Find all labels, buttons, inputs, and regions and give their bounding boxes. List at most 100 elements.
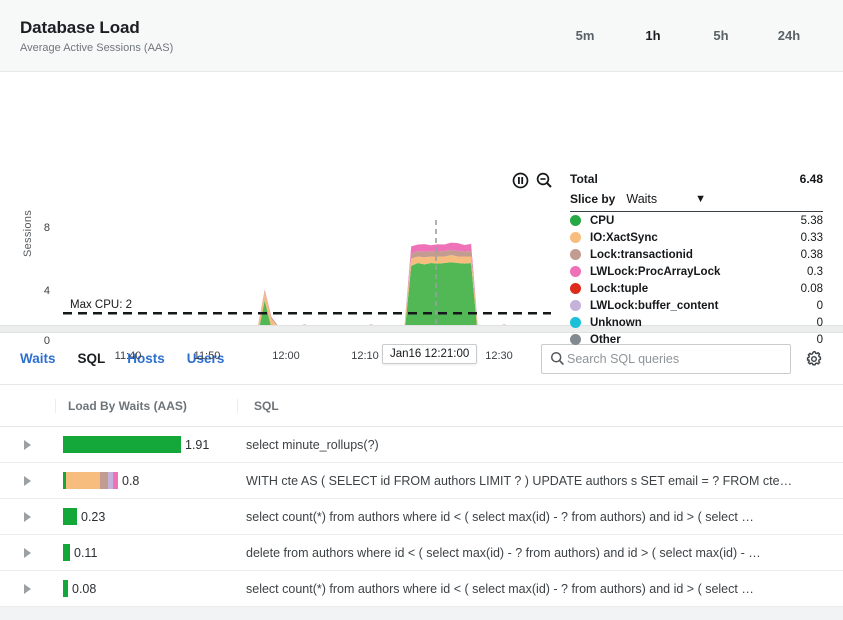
database-load-panel: Database Load Average Active Sessions (A… (0, 0, 843, 364)
search-input[interactable] (565, 350, 782, 367)
legend-color-dot (570, 334, 581, 345)
table-header-row: Load By Waits (AAS) SQL (0, 385, 843, 427)
load-value: 0.08 (72, 581, 97, 596)
sql-text[interactable]: select count(*) from authors where id < … (238, 582, 754, 596)
query-table-panel: Waits SQL Hosts Users Search SQL queries… (0, 333, 843, 607)
th-sql[interactable]: SQL (238, 399, 279, 413)
legend-color-dot (570, 249, 581, 260)
legend-item-label: Lock:transactionid (590, 248, 693, 261)
expand-triangle-icon[interactable] (24, 439, 31, 450)
x-tick-1: 11:40 (114, 350, 142, 362)
load-bar (63, 436, 181, 453)
chevron-down-icon[interactable]: ▼ (695, 193, 706, 205)
search-icon (550, 351, 565, 366)
table-row[interactable]: 0.8 WITH cte AS ( SELECT id FROM authors … (0, 463, 843, 499)
page-subtitle: Average Active Sessions (AAS) (20, 41, 174, 54)
legend-color-dot (570, 215, 581, 226)
legend-item[interactable]: LWLock:ProcArrayLock 0.3 (570, 263, 823, 280)
load-cell: 0.08 (55, 580, 238, 597)
load-bar-segment (63, 544, 70, 561)
legend-item[interactable]: CPU 5.38 (570, 212, 823, 229)
search-box[interactable] (541, 343, 791, 374)
load-bar (63, 580, 68, 597)
row-expand-cell (0, 439, 55, 450)
load-value: 0.8 (122, 473, 140, 488)
expand-triangle-icon[interactable] (24, 475, 31, 486)
y-tick-4: 4 (43, 285, 50, 297)
legend-color-dot (570, 317, 581, 328)
legend-items-list: CPU 5.38 IO:XactSync 0.33 Lock:transactionid… (570, 212, 823, 348)
chart-legend: Total 6.48 Slice by Waits ▼ CPU 5.38 IO:Xa… (570, 172, 823, 348)
expand-triangle-icon[interactable] (24, 511, 31, 522)
slice-by-value[interactable]: Waits (626, 192, 657, 206)
header-titles: Database Load Average Active Sessions (A… (20, 18, 173, 54)
y-tick-8: 8 (43, 222, 50, 234)
load-bar-segment (66, 472, 100, 489)
legend-item-value: 0.08 (800, 282, 823, 295)
cursor-tooltip: Jan16 12:21:00 (382, 344, 478, 364)
x-tick-2: 11:50 (193, 350, 221, 362)
expand-triangle-icon[interactable] (24, 583, 31, 594)
sql-text[interactable]: select minute_rollups(?) (238, 438, 379, 452)
load-value: 0.23 (81, 509, 106, 524)
range-tab-5m[interactable]: 5m (551, 28, 619, 43)
legend-item-value: 0 (816, 333, 823, 346)
expand-triangle-icon[interactable] (24, 547, 31, 558)
x-tick-3: 12:00 (272, 350, 300, 362)
load-bar-segment (63, 580, 68, 597)
y-tick-0: 0 (43, 335, 50, 347)
load-bar (63, 472, 118, 489)
legend-color-dot (570, 232, 581, 243)
legend-item[interactable]: Lock:transactionid 0.38 (570, 246, 823, 263)
legend-color-dot (570, 266, 581, 277)
legend-item-label: Unknown (590, 316, 642, 329)
table-row[interactable]: 0.08 select count(*) from authors where i… (0, 571, 843, 607)
legend-item-label: LWLock:ProcArrayLock (590, 265, 721, 278)
chart-plot-area[interactable]: Sessions 8 4 0 Max CPU: 2 11:40 11:50 12… (0, 72, 560, 364)
load-value: 1.91 (185, 437, 210, 452)
table-row[interactable]: 1.91 select minute_rollups(?) (0, 427, 843, 463)
legend-item[interactable]: Other 0 (570, 331, 823, 348)
row-expand-cell (0, 583, 55, 594)
legend-item-label: IO:XactSync (590, 231, 658, 244)
sql-text[interactable]: WITH cte AS ( SELECT id FROM authors LIM… (238, 474, 792, 488)
legend-color-dot (570, 300, 581, 311)
sql-text[interactable]: select count(*) from authors where id < … (238, 510, 754, 524)
slice-by-row: Slice by Waits ▼ (570, 192, 823, 212)
load-bar-segment (63, 436, 181, 453)
panel-header: Database Load Average Active Sessions (A… (0, 0, 843, 72)
sql-text[interactable]: delete from authors where id < ( select … (238, 546, 761, 560)
table-row[interactable]: 0.11 delete from authors where id < ( sel… (0, 535, 843, 571)
page-title: Database Load (20, 17, 140, 37)
load-cell: 0.11 (55, 544, 238, 561)
range-tab-24h[interactable]: 24h (755, 28, 823, 43)
legend-item[interactable]: Unknown 0 (570, 314, 823, 331)
load-cell: 1.91 (55, 436, 238, 453)
search-area (541, 343, 823, 374)
table-body: 1.91 select minute_rollups(?) 0.8 WITH cte … (0, 427, 843, 607)
tab-waits[interactable]: Waits (20, 351, 56, 366)
legend-item[interactable]: Lock:tuple 0.08 (570, 280, 823, 297)
th-load-by-waits[interactable]: Load By Waits (AAS) (55, 398, 238, 413)
load-cell: 0.8 (55, 472, 238, 489)
range-tab-5h[interactable]: 5h (687, 28, 755, 43)
legend-item-value: 0.38 (800, 248, 823, 261)
legend-item[interactable]: LWLock:buffer_content 0 (570, 297, 823, 314)
legend-item-value: 0 (816, 299, 823, 312)
slice-by-label: Slice by (570, 192, 616, 206)
legend-item-label: Lock:tuple (590, 282, 649, 295)
load-bar-segment (63, 508, 77, 525)
legend-item-value: 5.38 (800, 214, 823, 227)
load-bar (63, 544, 70, 561)
table-row[interactable]: 0.23 select count(*) from authors where i… (0, 499, 843, 535)
load-cell: 0.23 (55, 508, 238, 525)
x-tick-5: 12:30 (485, 350, 513, 362)
row-expand-cell (0, 511, 55, 522)
legend-item[interactable]: IO:XactSync 0.33 (570, 229, 823, 246)
legend-item-value: 0.33 (800, 231, 823, 244)
legend-total-label: Total (570, 172, 598, 186)
max-cpu-threshold-label: Max CPU: 2 (70, 299, 132, 311)
range-tab-1h[interactable]: 1h (619, 28, 687, 43)
gear-icon[interactable] (805, 350, 823, 368)
legend-item-label: LWLock:buffer_content (590, 299, 719, 312)
